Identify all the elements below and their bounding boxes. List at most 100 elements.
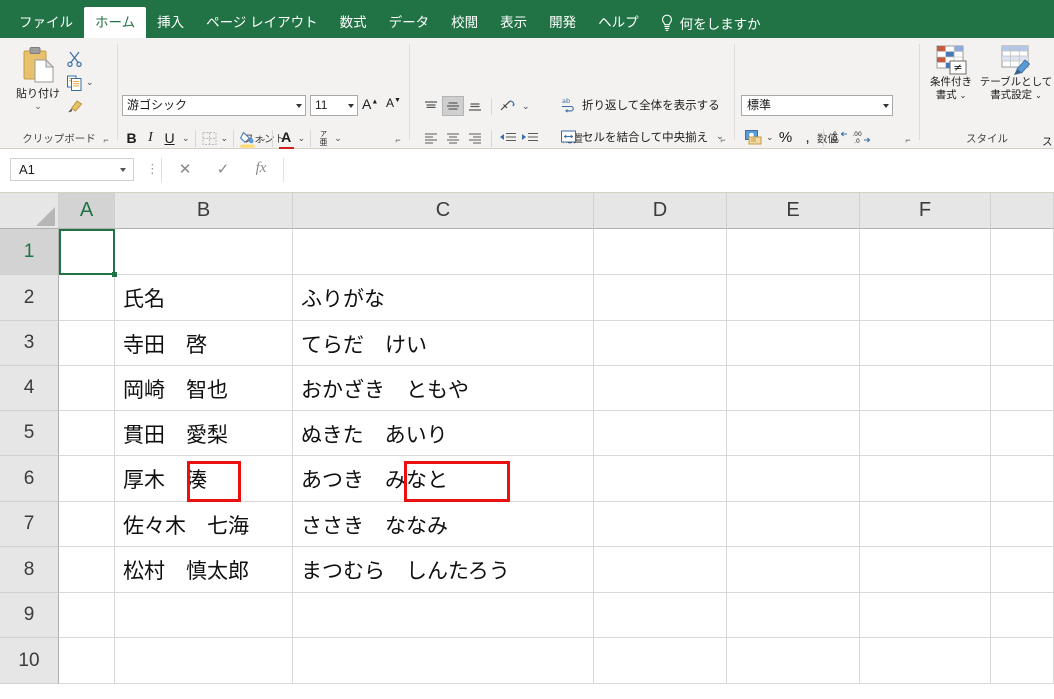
cell-E9[interactable]	[727, 593, 860, 638]
cell-E2[interactable]	[727, 275, 860, 321]
cell-A2[interactable]	[59, 275, 115, 321]
cell-A10[interactable]	[59, 638, 115, 684]
font-color-dropdown-chevron-icon[interactable]: ⌄	[298, 133, 306, 144]
merge-center-button[interactable]: セルを結合して中央揃え ⌄	[560, 128, 724, 145]
row-header-7[interactable]: 7	[0, 502, 59, 547]
cell-E4[interactable]	[727, 366, 860, 411]
italic-button[interactable]: I	[141, 130, 160, 146]
tab-page-layout[interactable]: ページ レイアウト	[195, 7, 328, 38]
cell-x4[interactable]	[991, 366, 1054, 411]
cell-B4[interactable]: 岡崎 智也	[115, 366, 293, 411]
cell-C2[interactable]: ふりがな	[293, 275, 714, 321]
cell-A7[interactable]	[59, 502, 115, 547]
cell-B2[interactable]: 氏名	[115, 275, 293, 321]
borders-icon[interactable]	[201, 130, 218, 147]
cell-F10[interactable]	[860, 638, 991, 684]
row-header-1[interactable]: 1	[0, 229, 59, 275]
copy-dropdown-chevron-icon[interactable]: ⌄	[86, 77, 94, 88]
cell-B6[interactable]: 厚木 湊	[115, 456, 293, 502]
clipboard-dialog-launcher[interactable]: ⌐	[100, 134, 112, 146]
cell-F1[interactable]	[860, 229, 991, 275]
cell-A3[interactable]	[59, 321, 115, 366]
cell-A4[interactable]	[59, 366, 115, 411]
comma-style-button[interactable]: ,	[798, 129, 818, 146]
orientation-dropdown-chevron-icon[interactable]: ⌄	[522, 101, 530, 112]
cell-x10[interactable]	[991, 638, 1054, 684]
decrease-indent-button[interactable]	[497, 128, 519, 148]
tell-me-search[interactable]: 何をしますか	[660, 7, 761, 38]
cell-D10[interactable]	[594, 638, 727, 684]
currency-dropdown-chevron-icon[interactable]: ⌄	[766, 132, 774, 143]
name-box[interactable]: A1	[10, 158, 134, 181]
confirm-entry-button[interactable]: ✓	[210, 160, 236, 178]
cell-A6[interactable]	[59, 456, 115, 502]
cell-C5[interactable]: ぬきた あいり	[293, 411, 714, 456]
increase-font-size-button[interactable]: A▲	[362, 96, 378, 112]
tab-data[interactable]: データ	[378, 7, 441, 38]
borders-dropdown-chevron-icon[interactable]: ⌄	[221, 133, 229, 144]
format-painter-button[interactable]	[66, 94, 112, 118]
cell-E10[interactable]	[727, 638, 860, 684]
insert-function-button[interactable]: fx	[248, 160, 274, 177]
wrap-text-button[interactable]: ab 折り返して全体を表示する	[560, 96, 720, 113]
cell-E1[interactable]	[727, 229, 860, 275]
cell-B3[interactable]: 寺田 啓	[115, 321, 293, 366]
cell-F4[interactable]	[860, 366, 991, 411]
cell-B9[interactable]	[115, 593, 293, 638]
cell-B10[interactable]	[115, 638, 293, 684]
align-bottom-button[interactable]	[464, 96, 486, 116]
column-header-b[interactable]: B	[115, 193, 293, 229]
row-header-8[interactable]: 8	[0, 547, 59, 593]
number-dialog-launcher[interactable]: ⌐	[902, 134, 914, 146]
align-middle-button[interactable]	[442, 96, 464, 116]
cell-F6[interactable]	[860, 456, 991, 502]
decrease-font-size-button[interactable]: A▼	[386, 96, 401, 110]
cell-C7[interactable]: ささき ななみ	[293, 502, 714, 547]
format-as-table-button[interactable]: テーブルとして 書式設定 ⌄	[978, 44, 1054, 102]
tab-file[interactable]: ファイル	[8, 7, 84, 38]
select-all-corner[interactable]	[0, 193, 59, 229]
row-header-6[interactable]: 6	[0, 456, 59, 502]
formula-bar-expand-dots[interactable]: ⋮	[146, 162, 159, 176]
cell-E5[interactable]	[727, 411, 860, 456]
font-color-button[interactable]: A	[278, 129, 295, 150]
decrease-decimal-icon[interactable]: .0 .00	[829, 128, 851, 146]
cancel-entry-button[interactable]: ✕	[172, 160, 198, 178]
row-header-10[interactable]: 10	[0, 638, 59, 684]
cell-E8[interactable]	[727, 547, 860, 593]
cell-x7[interactable]	[991, 502, 1054, 547]
cell-x8[interactable]	[991, 547, 1054, 593]
column-header-e[interactable]: E	[727, 193, 860, 229]
column-header-partial[interactable]	[991, 193, 1054, 229]
row-header-5[interactable]: 5	[0, 411, 59, 456]
phonetic-guide-icon[interactable]: ア 亜	[316, 129, 331, 147]
cell-C10[interactable]	[293, 638, 594, 684]
row-header-2[interactable]: 2	[0, 275, 59, 321]
tab-home[interactable]: ホーム	[84, 7, 147, 38]
align-center-button[interactable]	[442, 128, 464, 148]
cell-F8[interactable]	[860, 547, 991, 593]
cell-A8[interactable]	[59, 547, 115, 593]
cell-x2[interactable]	[991, 275, 1054, 321]
column-header-c[interactable]: C	[293, 193, 594, 229]
tab-formulas[interactable]: 数式	[329, 7, 378, 38]
cell-C1[interactable]	[293, 229, 594, 275]
increase-indent-button[interactable]	[519, 128, 541, 148]
cell-x9[interactable]	[991, 593, 1054, 638]
align-top-button[interactable]	[420, 96, 442, 116]
row-header-3[interactable]: 3	[0, 321, 59, 366]
cell-A5[interactable]	[59, 411, 115, 456]
underline-dropdown-chevron-icon[interactable]: ⌄	[182, 133, 190, 144]
cell-B5[interactable]: 貫田 愛梨	[115, 411, 293, 456]
font-name-combo[interactable]: 游ゴシック	[122, 95, 306, 116]
font-size-combo[interactable]: 11	[310, 95, 358, 116]
copy-button[interactable]: ⌄	[66, 70, 112, 94]
currency-icon[interactable]	[744, 128, 763, 146]
cell-x6[interactable]	[991, 456, 1054, 502]
cell-B1[interactable]	[115, 229, 293, 275]
bold-button[interactable]: B	[122, 130, 141, 146]
align-left-button[interactable]	[420, 128, 442, 148]
row-header-9[interactable]: 9	[0, 593, 59, 638]
percent-style-button[interactable]: %	[774, 129, 798, 146]
align-right-button[interactable]	[464, 128, 486, 148]
